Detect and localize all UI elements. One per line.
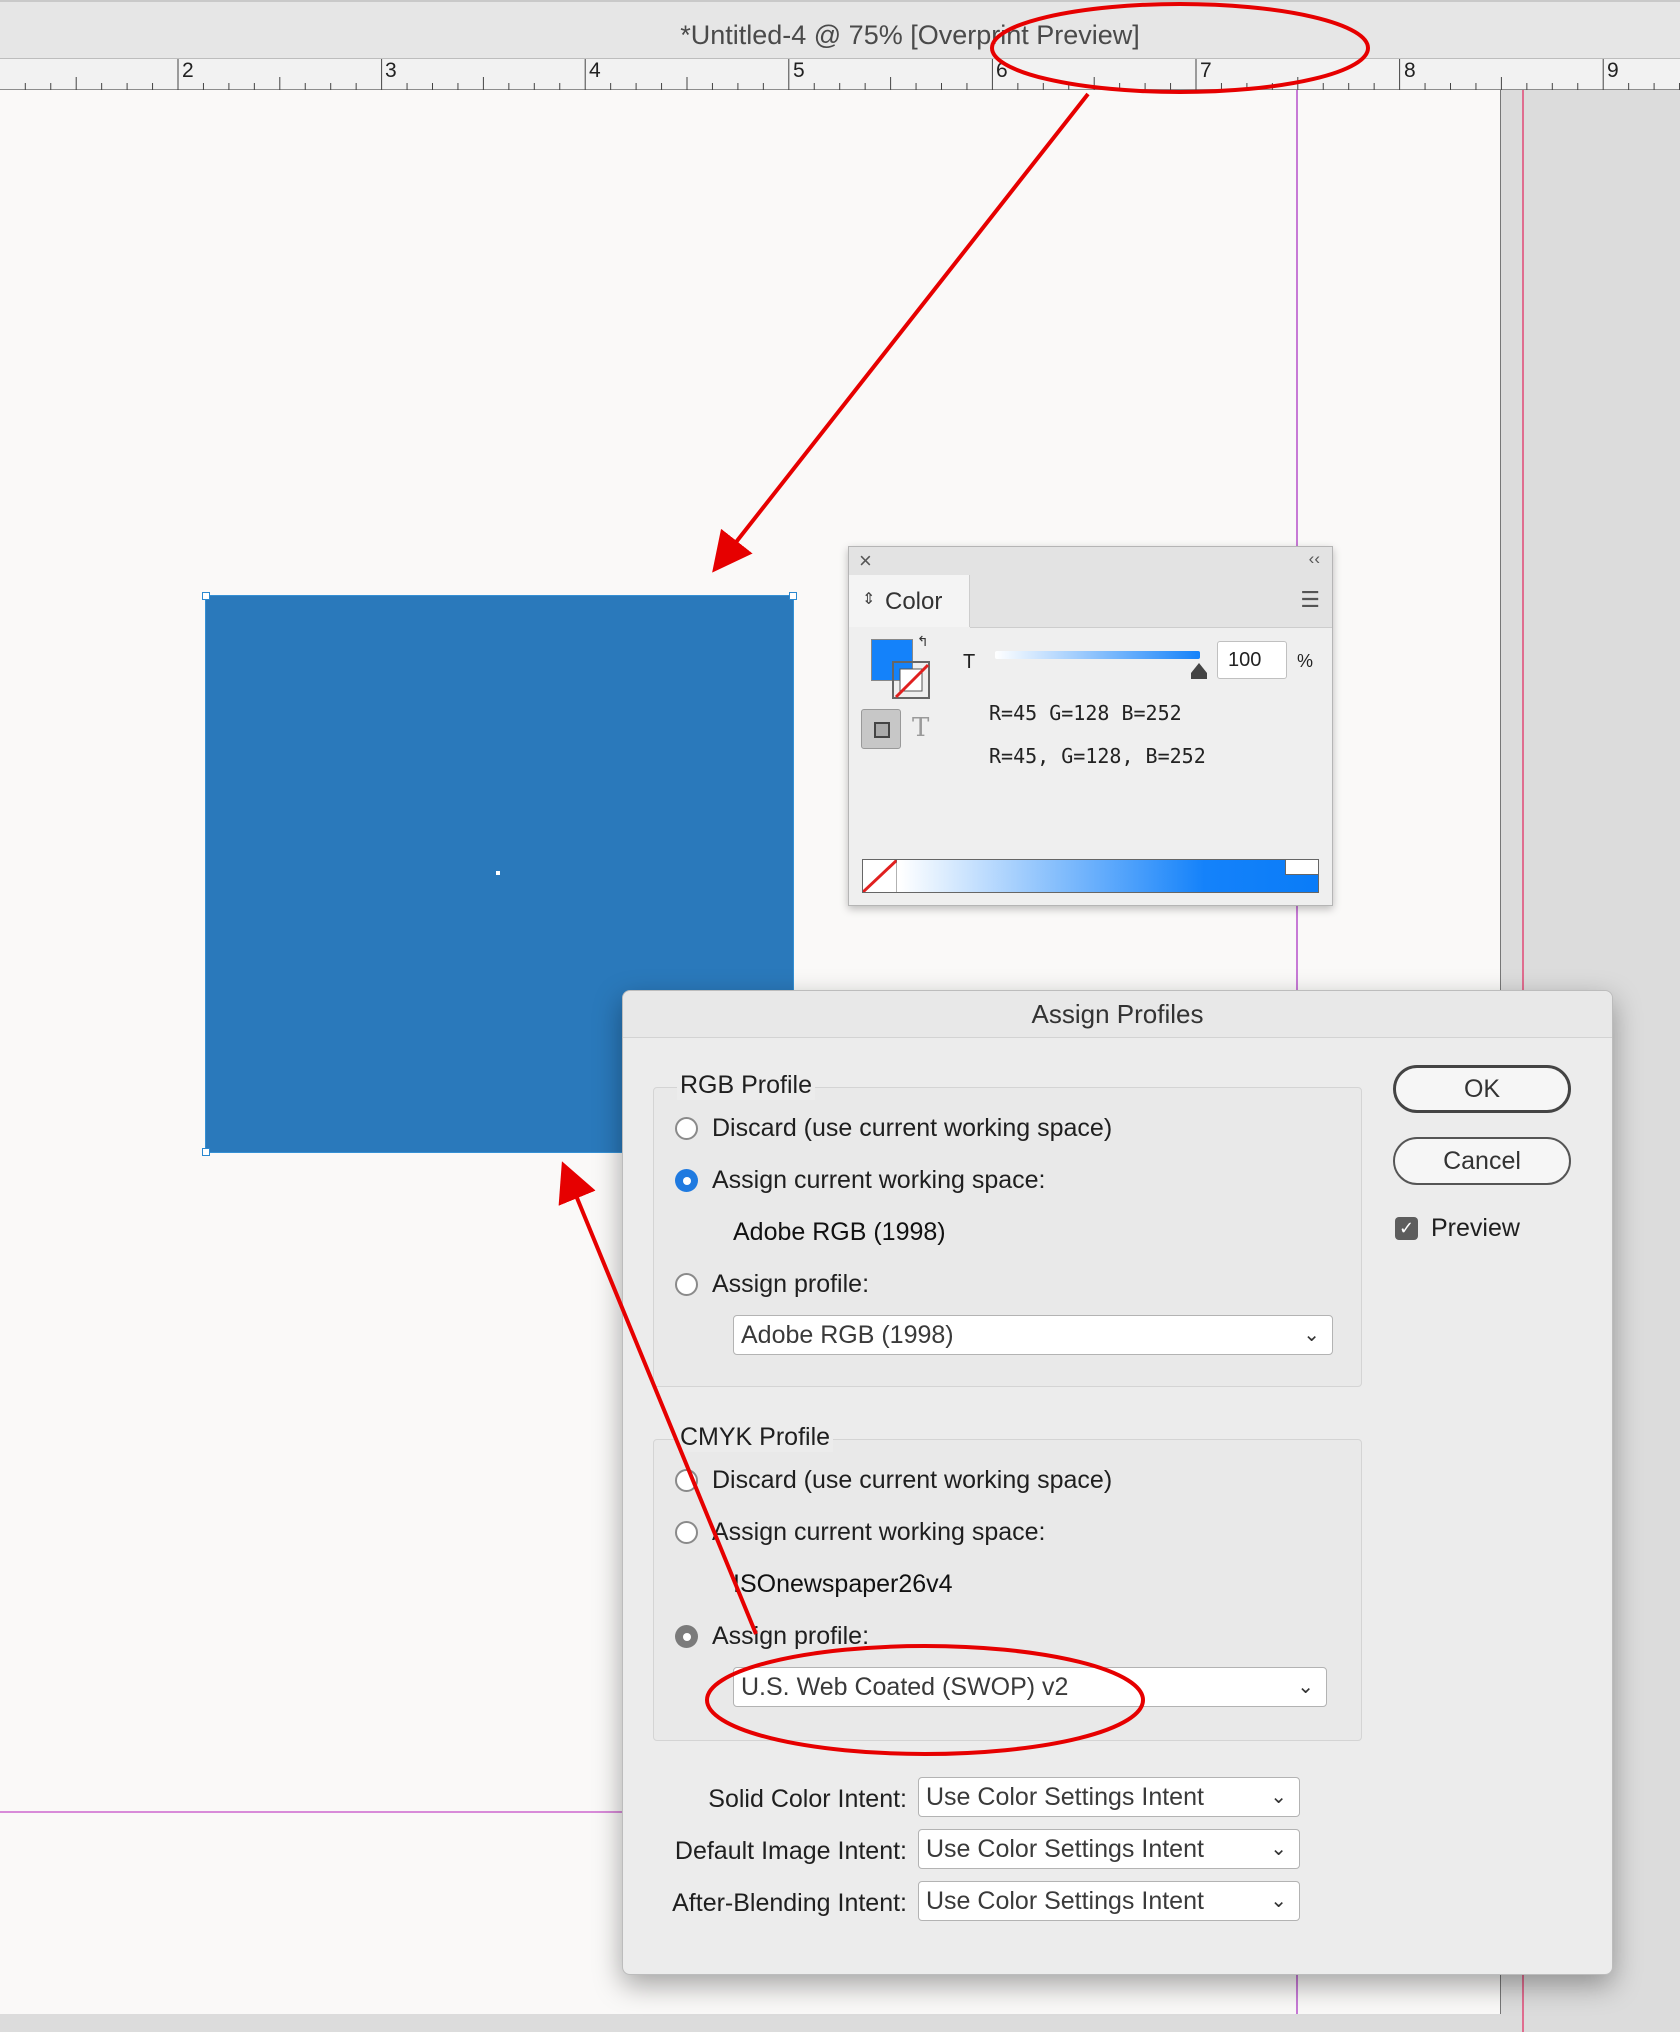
- chevron-down-icon: ⌄: [1270, 1890, 1287, 1912]
- assign-profiles-dialog: Assign Profiles RGB Profile Discard (use…: [622, 990, 1613, 1975]
- tab-expand-icon: ⇕: [862, 591, 876, 608]
- cmyk-profile-select-value: U.S. Web Coated (SWOP) v2: [741, 1673, 1069, 1701]
- after-blending-intent-value: Use Color Settings Intent: [926, 1887, 1204, 1915]
- resize-handle[interactable]: [202, 1148, 210, 1156]
- stroke-swatch-none[interactable]: [892, 661, 932, 701]
- horizontal-ruler[interactable]: 2 3 4 5 6 7 8 9: [0, 58, 1680, 91]
- cmyk-assign-current-label[interactable]: Assign current working space:: [712, 1518, 1045, 1547]
- window-titlebar: *Untitled-4 @ 75% [Overprint Preview]: [0, 0, 1680, 58]
- rgb-profile-select[interactable]: Adobe RGB (1998) ⌄: [733, 1315, 1333, 1355]
- ruler-label: 9: [1607, 59, 1619, 82]
- solid-color-intent-label: Solid Color Intent:: [708, 1785, 907, 1813]
- rgb-assign-profile-radio[interactable]: [675, 1273, 698, 1296]
- close-icon[interactable]: ×: [859, 548, 872, 574]
- white-swatch[interactable]: [1285, 860, 1318, 875]
- tint-input[interactable]: 100: [1217, 641, 1287, 679]
- ruler-label: 3: [385, 59, 397, 82]
- after-blending-intent-label: After-Blending Intent:: [672, 1889, 907, 1917]
- cmyk-discard-radio[interactable]: [675, 1469, 698, 1492]
- tab-label: Color: [885, 588, 943, 615]
- center-point: [496, 871, 500, 875]
- ruler-label: 4: [589, 59, 601, 82]
- panel-tabstrip: ☰: [970, 575, 1332, 628]
- rgb-discard-label[interactable]: Discard (use current working space): [712, 1114, 1112, 1143]
- resize-handle[interactable]: [789, 592, 797, 600]
- dialog-title: Assign Profiles: [623, 991, 1612, 1038]
- preview-label[interactable]: Preview: [1431, 1214, 1520, 1243]
- default-image-intent-value: Use Color Settings Intent: [926, 1835, 1204, 1863]
- rgb-current-space: Adobe RGB (1998): [733, 1218, 946, 1246]
- rgb-profile-select-value: Adobe RGB (1998): [741, 1321, 954, 1349]
- preview-checkbox[interactable]: ✓: [1395, 1217, 1418, 1240]
- rgb-profile-label: RGB Profile: [677, 1071, 815, 1100]
- cmyk-discard-label[interactable]: Discard (use current working space): [712, 1466, 1112, 1495]
- none-swatch-icon[interactable]: [863, 860, 897, 892]
- collapse-icon[interactable]: ‹‹: [1309, 549, 1320, 569]
- default-image-intent-label: Default Image Intent:: [674, 1837, 907, 1865]
- document-title: *Untitled-4 @ 75% [Overprint Preview]: [680, 20, 1140, 50]
- rgb-value-label: R=45 G=128 B=252: [989, 701, 1182, 725]
- tint-slider-handle-base: [1191, 673, 1207, 679]
- cmyk-assign-current-radio[interactable]: [675, 1521, 698, 1544]
- tint-label: T: [963, 651, 976, 673]
- tint-slider[interactable]: [995, 651, 1200, 659]
- panel-header[interactable]: × ‹‹: [849, 547, 1332, 576]
- tint-slider-handle[interactable]: [1191, 663, 1207, 673]
- percent-label: %: [1297, 651, 1314, 671]
- cancel-button[interactable]: Cancel: [1393, 1137, 1571, 1185]
- rgb-value-label-alt: R=45, G=128, B=252: [989, 744, 1206, 768]
- swap-fill-stroke-icon[interactable]: ↰: [917, 633, 929, 650]
- ruler-label: 5: [793, 59, 805, 82]
- ok-button[interactable]: OK: [1393, 1065, 1571, 1113]
- cmyk-current-space: ISOnewspaper26v4: [733, 1570, 953, 1598]
- cmyk-assign-profile-label[interactable]: Assign profile:: [712, 1622, 869, 1651]
- cmyk-profile-label: CMYK Profile: [677, 1423, 834, 1452]
- solid-color-intent-value: Use Color Settings Intent: [926, 1783, 1204, 1811]
- rgb-discard-radio[interactable]: [675, 1117, 698, 1140]
- after-blending-intent-select[interactable]: Use Color Settings Intent ⌄: [918, 1881, 1300, 1921]
- chevron-down-icon: ⌄: [1270, 1786, 1287, 1808]
- default-image-intent-select[interactable]: Use Color Settings Intent ⌄: [918, 1829, 1300, 1869]
- chevron-down-icon: ⌄: [1297, 1676, 1314, 1698]
- chevron-down-icon: ⌄: [1303, 1324, 1320, 1346]
- cmyk-assign-profile-radio[interactable]: [675, 1625, 698, 1648]
- ruler-label: 2: [182, 59, 194, 82]
- color-ramp[interactable]: [862, 859, 1319, 893]
- solid-color-intent-select[interactable]: Use Color Settings Intent ⌄: [918, 1777, 1300, 1817]
- rgb-assign-current-label[interactable]: Assign current working space:: [712, 1166, 1045, 1195]
- resize-handle[interactable]: [202, 592, 210, 600]
- cmyk-profile-select[interactable]: U.S. Web Coated (SWOP) v2 ⌄: [733, 1667, 1327, 1707]
- ruler-label: 6: [996, 59, 1008, 82]
- rgb-assign-profile-label[interactable]: Assign profile:: [712, 1270, 869, 1299]
- ruler-ticks: [24, 59, 1680, 91]
- formatting-container-button[interactable]: [861, 709, 901, 749]
- panel-menu-icon[interactable]: ☰: [1300, 587, 1320, 613]
- ruler-label: 7: [1200, 59, 1212, 82]
- color-panel: × ‹‹ ⇕ Color ☰ ↰ T T 100 % R=45 G=128 B=…: [848, 546, 1333, 906]
- tab-color[interactable]: ⇕ Color: [849, 575, 970, 627]
- chevron-down-icon: ⌄: [1270, 1838, 1287, 1860]
- rgb-assign-current-radio[interactable]: [675, 1169, 698, 1192]
- formatting-text-icon[interactable]: T: [912, 713, 929, 743]
- ruler-label: 8: [1404, 59, 1416, 82]
